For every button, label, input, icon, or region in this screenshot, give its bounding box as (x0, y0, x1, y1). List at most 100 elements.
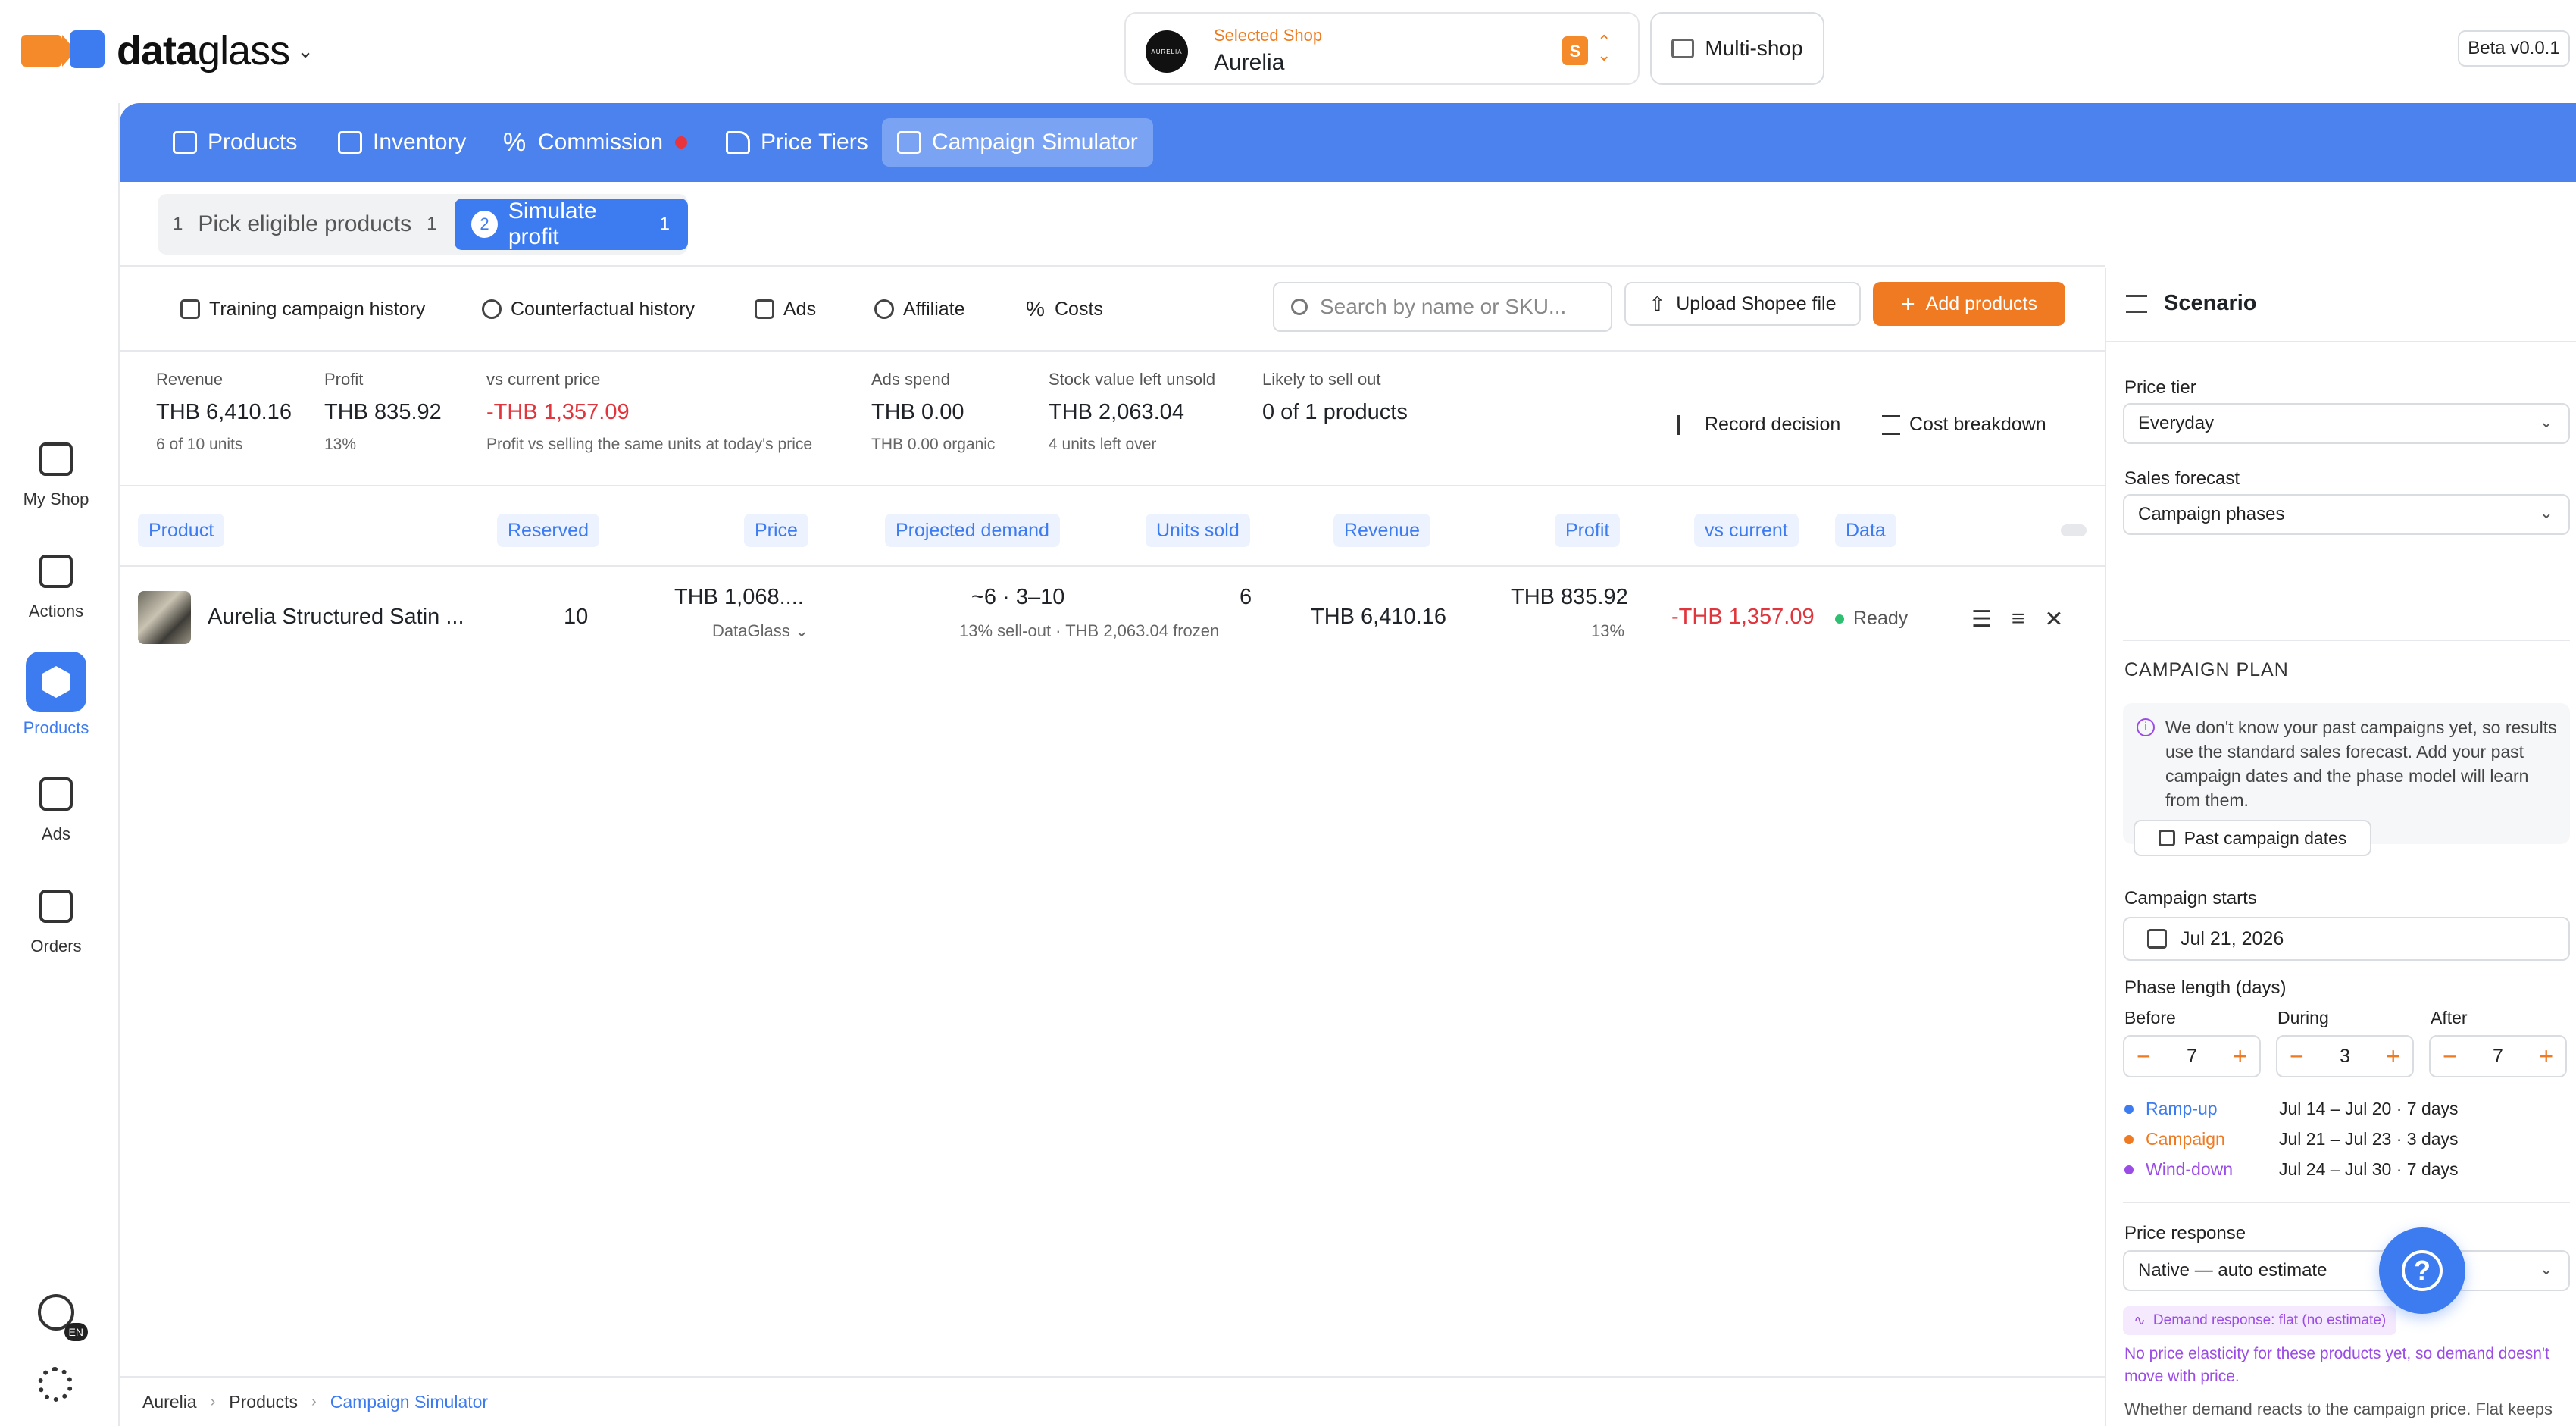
campaign-plan-title: CAMPAIGN PLAN (2124, 659, 2289, 680)
column-header-profit[interactable]: Profit (1555, 514, 1621, 547)
status-label: Ready (1853, 608, 1909, 629)
tab-products[interactable]: Products (158, 118, 312, 167)
shop-selector[interactable]: AURELIA Selected Shop Aurelia S ⌃ ⌄ (1124, 12, 1640, 85)
campaign-starts-label: Campaign starts (2124, 888, 2257, 908)
metric-value: 0 of 1 products (1262, 400, 1408, 424)
list-icon[interactable]: ≡ (2012, 606, 2025, 633)
column-header-units-sold[interactable]: Units sold (1146, 514, 1250, 547)
phase-dot-icon (2124, 1165, 2134, 1174)
phase-range: Jul 21 – Jul 23 · 3 days (2279, 1129, 2459, 1149)
minus-icon[interactable]: − (2290, 1043, 2304, 1071)
column-header-product[interactable]: Product (138, 514, 225, 547)
button-label: Add products (1925, 292, 2037, 314)
tab-campaign-simulator[interactable]: Campaign Simulator (882, 118, 1153, 167)
rail-label: Actions (28, 602, 84, 621)
price-response-select[interactable]: Native — auto estimate ⌄ (2123, 1250, 2570, 1291)
column-header-vs-current[interactable]: vs current (1694, 514, 1799, 547)
step-number: 2 (471, 211, 498, 238)
minus-icon[interactable]: − (2137, 1043, 2151, 1071)
plus-icon: + (1900, 289, 1915, 317)
tab-inventory[interactable]: Inventory (323, 118, 481, 167)
rail-item-orders[interactable]: Orders (0, 890, 112, 956)
select-value: Everyday (2138, 413, 2215, 433)
table-row[interactable]: Aurelia Structured Satin ... 10 THB 1,06… (120, 567, 2105, 665)
multishop-button[interactable]: Multi-shop (1650, 12, 1824, 85)
affiliate-button[interactable]: Affiliate (874, 291, 965, 327)
add-products-button[interactable]: + Add products (1873, 282, 2065, 326)
column-header-revenue[interactable]: Revenue (1333, 514, 1431, 547)
close-icon[interactable]: ✕ (2044, 606, 2063, 633)
upload-shopee-button[interactable]: ⇧ Upload Shopee file (1624, 282, 1861, 326)
help-button[interactable]: ? (2379, 1227, 2465, 1314)
column-header-price[interactable]: Price (744, 514, 808, 547)
megaphone-icon (755, 299, 774, 319)
language-globe-icon[interactable]: EN (38, 1294, 88, 1341)
sales-forecast-label: Sales forecast (2124, 468, 2240, 489)
breadcrumb-item[interactable]: Aurelia (142, 1392, 197, 1412)
tab-label: Products (208, 130, 298, 155)
stepper-value[interactable]: 7 (2493, 1046, 2503, 1068)
plus-icon[interactable]: + (2233, 1043, 2247, 1071)
counterfactual-history-button[interactable]: Counterfactual history (482, 291, 695, 327)
product-name[interactable]: Aurelia Structured Satin ... (208, 605, 464, 630)
minus-icon[interactable]: − (2443, 1043, 2457, 1071)
column-header-data[interactable]: Data (1835, 514, 1896, 547)
sales-forecast-select[interactable]: Campaign phases ⌄ (2123, 494, 2570, 535)
tab-commission[interactable]: % Commission (488, 118, 702, 167)
chevron-down-icon[interactable]: ⌄ (297, 39, 314, 63)
sliders-icon[interactable]: ☰ (1971, 606, 1992, 633)
metric-revenue: Revenue THB 6,410.16 6 of 10 units (156, 370, 292, 454)
rail-item-ads[interactable]: Ads (0, 777, 112, 844)
brand-logo[interactable]: dataglass ⌄ (18, 27, 314, 74)
rail-label: My Shop (23, 489, 89, 508)
plus-icon[interactable]: + (2386, 1043, 2400, 1071)
gear-icon[interactable] (38, 1367, 73, 1402)
past-campaign-dates-button[interactable]: Past campaign dates (2134, 820, 2371, 856)
search-input[interactable]: Search by name or SKU... (1273, 282, 1612, 332)
button-label: Cost breakdown (1909, 414, 2046, 435)
column-header-projected-demand[interactable]: Projected demand (885, 514, 1060, 547)
chevron-down-icon: ⌄ (2539, 503, 2553, 522)
cost-breakdown-button[interactable]: Cost breakdown (1882, 414, 2046, 436)
rail-item-products[interactable]: Products (0, 652, 112, 738)
toolbar: Training campaign history Counterfactual… (120, 267, 2105, 350)
metric-sub: THB 0.00 organic (871, 436, 996, 453)
campaign-start-date-input[interactable]: Jul 21, 2026 (2123, 917, 2570, 961)
ads-button[interactable]: Ads (755, 291, 816, 327)
version-badge: Beta v0.0.1 (2458, 30, 2570, 67)
costs-button[interactable]: % Costs (1026, 291, 1103, 327)
breadcrumb-current: Campaign Simulator (330, 1391, 489, 1412)
metric-value: -THB 1,357.09 (486, 400, 630, 424)
metric-value: THB 835.92 (324, 400, 442, 424)
metric-sub: Profit vs selling the same units at toda… (486, 436, 813, 453)
step-pick-products[interactable]: 1 Pick eligible products 1 (173, 203, 437, 245)
tab-price-tiers[interactable]: Price Tiers (711, 118, 883, 167)
price-source-dropdown[interactable]: DataGlass ⌄ (712, 621, 808, 641)
phase-length-label: Phase length (days) (2124, 977, 2287, 998)
upload-icon: ⇧ (1649, 292, 1666, 315)
stepper-value[interactable]: 3 (2340, 1046, 2350, 1068)
product-thumbnail (138, 591, 191, 644)
rail-item-my-shop[interactable]: My Shop (0, 442, 112, 509)
training-history-button[interactable]: Training campaign history (180, 291, 425, 327)
calculator-icon (897, 131, 921, 154)
search-icon (1291, 299, 1308, 315)
column-header-reserved[interactable]: Reserved (497, 514, 599, 547)
phase-range: Jul 14 – Jul 20 · 7 days (2279, 1099, 2459, 1118)
step-count: 1 (427, 214, 437, 234)
stepper-value[interactable]: 7 (2187, 1046, 2197, 1068)
metric-ads-spend: Ads spend THB 0.00 THB 0.00 organic (871, 370, 995, 454)
price-tier-select[interactable]: Everyday ⌄ (2123, 403, 2570, 444)
button-label: Upload Shopee file (1676, 292, 1837, 314)
phase-range: Jul 24 – Jul 30 · 7 days (2279, 1159, 2459, 1179)
price-value[interactable]: THB 1,068.... (674, 585, 804, 610)
record-decision-button[interactable]: Record decision (1677, 414, 1840, 436)
top-nav: Products Inventory % Commission Price Tie… (120, 103, 2576, 182)
column-toggle-handle[interactable] (2061, 524, 2087, 536)
rail-item-actions[interactable]: Actions (0, 555, 112, 621)
store-icon (173, 131, 197, 154)
plus-icon[interactable]: + (2539, 1043, 2553, 1071)
breadcrumb-item[interactable]: Products (229, 1392, 298, 1412)
step-simulate-profit[interactable]: 2 Simulate profit 1 (455, 199, 688, 250)
metric-value: THB 6,410.16 (156, 400, 292, 424)
